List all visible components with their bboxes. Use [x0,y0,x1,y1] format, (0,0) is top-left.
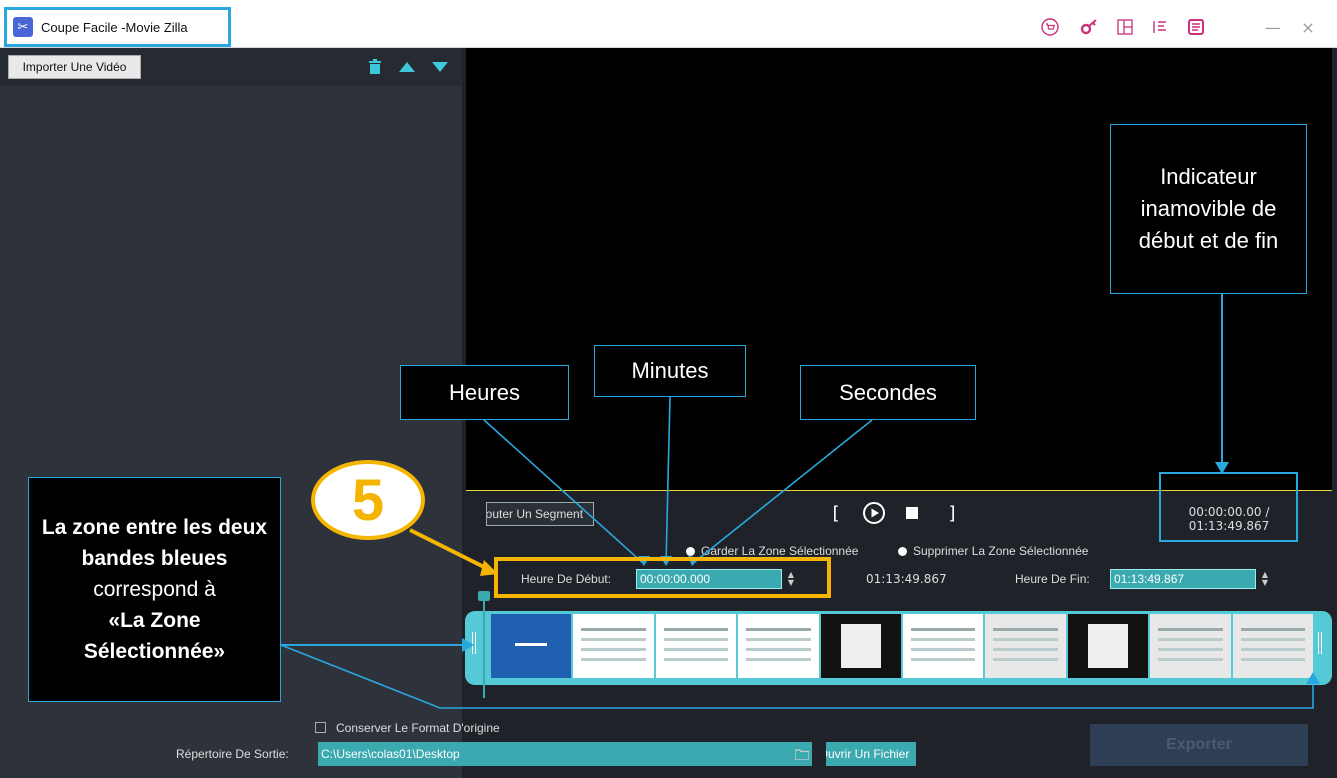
playhead[interactable] [483,594,485,698]
callout-zone-line2: correspond à [93,578,216,601]
trash-icon[interactable] [366,55,384,79]
timeline-thumbnail [1067,614,1149,678]
close-icon: × [1301,17,1315,37]
timeline-thumbnail [903,614,984,678]
time-indicator-highlight [1159,472,1298,542]
callout-zone-line3: «La Zone Sélectionnée» [83,609,226,663]
key-icon[interactable] [1080,17,1100,37]
add-segment-label: Ajouter Un Segment [486,507,584,521]
close-button[interactable]: × [1298,17,1318,37]
add-segment-button[interactable]: Ajouter Un Segment [486,502,594,526]
output-directory-label: Répertoire De Sortie: [176,743,316,765]
folder-icon[interactable] [793,745,811,763]
callout-zone-line1: La zone entre les deux bandes bleues [41,516,268,570]
list-icon[interactable] [1150,17,1170,37]
minimize-button[interactable]: — [1263,17,1283,37]
timeline-thumbnail [655,614,737,678]
end-time-input[interactable]: 01:13:49.867 [1110,569,1256,589]
radio-delete-selection[interactable]: Supprimer La Zone Sélectionnée [898,542,1088,560]
selection-duration: 01:13:49.867 [866,572,947,586]
open-file-button[interactable]: Ouvrir Un Fichier [826,742,916,766]
output-directory-input[interactable]: C:\Users\colas01\Desktop [318,742,812,766]
output-directory-label-text: Répertoire De Sortie: [176,747,289,761]
export-button[interactable]: Exporter [1090,724,1308,766]
play-icon[interactable] [860,500,888,526]
radio-delete-dot [898,546,907,556]
radio-keep-label: Garder La Zone Sélectionnée [701,544,859,558]
layout-icon[interactable] [1115,17,1135,37]
thumbnail-strip [491,614,1313,678]
playhead-knob[interactable] [478,591,490,601]
selection-end-handle[interactable] [1318,632,1322,654]
import-video-button[interactable]: Importer Une Vidéo [8,55,141,79]
scissors-icon: ✂ [13,17,33,37]
minimize-icon: — [1265,17,1281,37]
cart-icon[interactable] [1040,17,1060,37]
callout-fixed-indicator: Indicateur inamovible de début et de fin [1110,124,1307,294]
step-number-badge: 5 [311,460,425,540]
mark-out-icon[interactable]: ] [942,500,962,526]
callout-seconds: Secondes [800,365,976,420]
stop-icon[interactable] [902,500,922,526]
app-title: Coupe Facile -Movie Zilla [41,19,188,35]
keep-format-label: Conserver Le Format D'origine [336,721,500,735]
callout-minutes: Minutes [594,345,746,397]
radio-delete-label: Supprimer La Zone Sélectionnée [913,544,1089,558]
end-time-spinner[interactable]: ▲ ▼ [1258,569,1272,589]
timeline-thumbnail [1150,614,1231,678]
timeline-thumbnail [573,614,654,678]
radio-keep-dot [686,546,695,556]
timeline-thumbnail [491,614,572,678]
move-down-icon[interactable] [430,55,450,79]
callout-hours: Heures [400,365,569,420]
timeline-thumbnail [820,614,902,678]
open-file-label: Ouvrir Un Fichier [826,747,910,761]
app-title-box: ✂ Coupe Facile -Movie Zilla [4,7,231,47]
timeline-thumbnail [1232,614,1313,678]
selection-start-handle[interactable] [472,632,476,654]
move-up-icon[interactable] [397,55,417,79]
timeline-thumbnail [738,614,819,678]
timeline-thumbnail [985,614,1066,678]
keep-format-checkbox[interactable] [315,722,326,733]
menu-icon[interactable] [1186,17,1206,37]
callout-selected-zone: La zone entre les deux bandes bleues cor… [28,477,281,702]
end-time-label: Heure De Fin: [1015,572,1090,586]
mark-in-icon[interactable]: [ [826,500,846,526]
start-time-highlight [494,557,831,598]
